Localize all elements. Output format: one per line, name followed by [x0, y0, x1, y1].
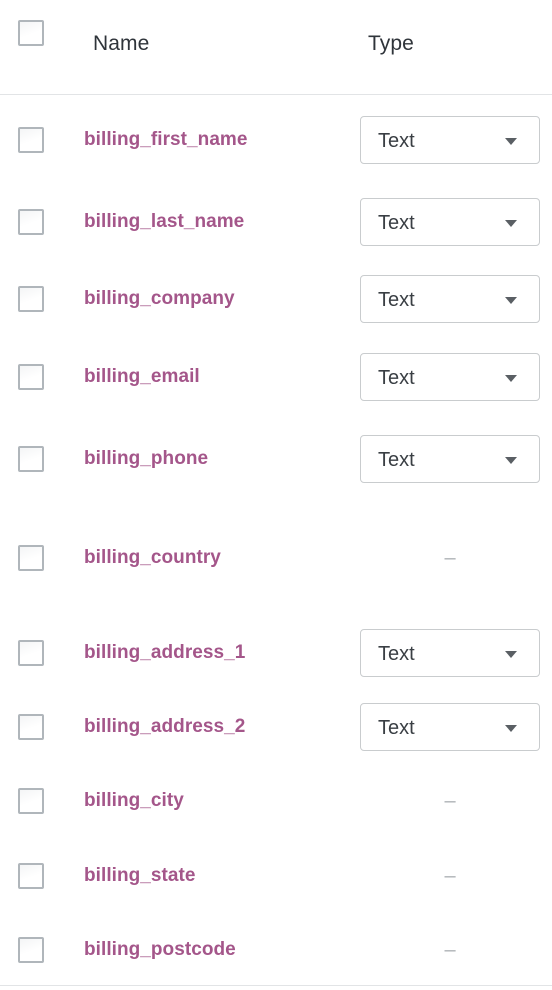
table-bottom-divider: [0, 985, 552, 986]
type-select-value: Text: [378, 130, 415, 152]
row-checkbox-cell: [18, 286, 44, 312]
field-name-link[interactable]: billing_company: [84, 285, 235, 313]
table-row: billing_last_name Text: [0, 198, 552, 246]
row-checkbox-cell: [18, 446, 44, 472]
field-name-link[interactable]: billing_address_1: [84, 639, 245, 667]
select-all-checkbox-cell: [18, 20, 44, 46]
field-name-link[interactable]: billing_state: [84, 862, 196, 890]
type-empty-marker: –: [444, 790, 456, 812]
type-select[interactable]: Text: [360, 116, 540, 164]
field-name-link[interactable]: billing_city: [84, 787, 184, 815]
row-checkbox[interactable]: [18, 863, 44, 889]
table-body: billing_first_name Text billing_last_name T…: [0, 95, 552, 985]
field-mapping-table: Name Type billing_first_name Text billing_…: [0, 0, 552, 986]
type-select[interactable]: Text: [360, 435, 540, 483]
row-checkbox[interactable]: [18, 364, 44, 390]
table-row: billing_email Text: [0, 353, 552, 401]
row-checkbox[interactable]: [18, 788, 44, 814]
select-all-checkbox[interactable]: [18, 20, 44, 46]
row-checkbox-cell: [18, 714, 44, 740]
row-checkbox[interactable]: [18, 937, 44, 963]
type-cell: Text: [360, 629, 540, 677]
type-empty-marker: –: [444, 939, 456, 961]
type-select-value: Text: [378, 289, 415, 311]
chevron-down-icon: [505, 375, 517, 382]
row-checkbox[interactable]: [18, 127, 44, 153]
row-checkbox-cell: [18, 863, 44, 889]
type-select-value: Text: [378, 212, 415, 234]
row-checkbox[interactable]: [18, 545, 44, 571]
column-header-name: Name: [93, 32, 150, 55]
field-name-link[interactable]: billing_first_name: [84, 126, 248, 154]
row-checkbox[interactable]: [18, 286, 44, 312]
type-select[interactable]: Text: [360, 703, 540, 751]
field-name-link[interactable]: billing_phone: [84, 445, 208, 473]
chevron-down-icon: [505, 457, 517, 464]
chevron-down-icon: [505, 725, 517, 732]
table-row: billing_company Text: [0, 275, 552, 323]
type-select[interactable]: Text: [360, 275, 540, 323]
row-checkbox[interactable]: [18, 209, 44, 235]
column-header-type: Type: [368, 32, 414, 55]
field-name-link[interactable]: billing_email: [84, 363, 200, 391]
type-select[interactable]: Text: [360, 198, 540, 246]
type-cell: Text: [360, 435, 540, 483]
field-name-link[interactable]: billing_country: [84, 544, 221, 572]
field-name-link[interactable]: billing_address_2: [84, 713, 245, 741]
type-cell: Text: [360, 703, 540, 751]
field-name-link[interactable]: billing_last_name: [84, 208, 244, 236]
table-row: billing_first_name Text: [0, 116, 552, 164]
row-checkbox[interactable]: [18, 714, 44, 740]
table-row: billing_address_2 Text: [0, 703, 552, 751]
table-row: billing_state –: [0, 852, 552, 900]
type-select[interactable]: Text: [360, 353, 540, 401]
chevron-down-icon: [505, 297, 517, 304]
row-checkbox-cell: [18, 127, 44, 153]
type-select-value: Text: [378, 367, 415, 389]
row-checkbox-cell: [18, 788, 44, 814]
row-checkbox-cell: [18, 545, 44, 571]
row-checkbox-cell: [18, 640, 44, 666]
chevron-down-icon: [505, 138, 517, 145]
row-checkbox[interactable]: [18, 640, 44, 666]
table-row: billing_phone Text: [0, 435, 552, 483]
chevron-down-icon: [505, 220, 517, 227]
type-select-value: Text: [378, 449, 415, 471]
type-empty-marker: –: [444, 547, 456, 569]
chevron-down-icon: [505, 651, 517, 658]
type-select[interactable]: Text: [360, 629, 540, 677]
row-checkbox[interactable]: [18, 446, 44, 472]
row-checkbox-cell: [18, 364, 44, 390]
table-row: billing_country –: [0, 534, 552, 582]
table-row: billing_postcode –: [0, 926, 552, 974]
table-row: billing_city –: [0, 777, 552, 825]
type-empty-marker: –: [444, 865, 456, 887]
type-cell: Text: [360, 116, 540, 164]
field-name-link[interactable]: billing_postcode: [84, 936, 236, 964]
table-header-row: Name Type: [0, 0, 552, 95]
type-cell: Text: [360, 275, 540, 323]
type-cell: Text: [360, 198, 540, 246]
row-checkbox-cell: [18, 209, 44, 235]
type-select-value: Text: [378, 643, 415, 665]
table-row: billing_address_1 Text: [0, 629, 552, 677]
type-select-value: Text: [378, 717, 415, 739]
row-checkbox-cell: [18, 937, 44, 963]
type-cell: Text: [360, 353, 540, 401]
